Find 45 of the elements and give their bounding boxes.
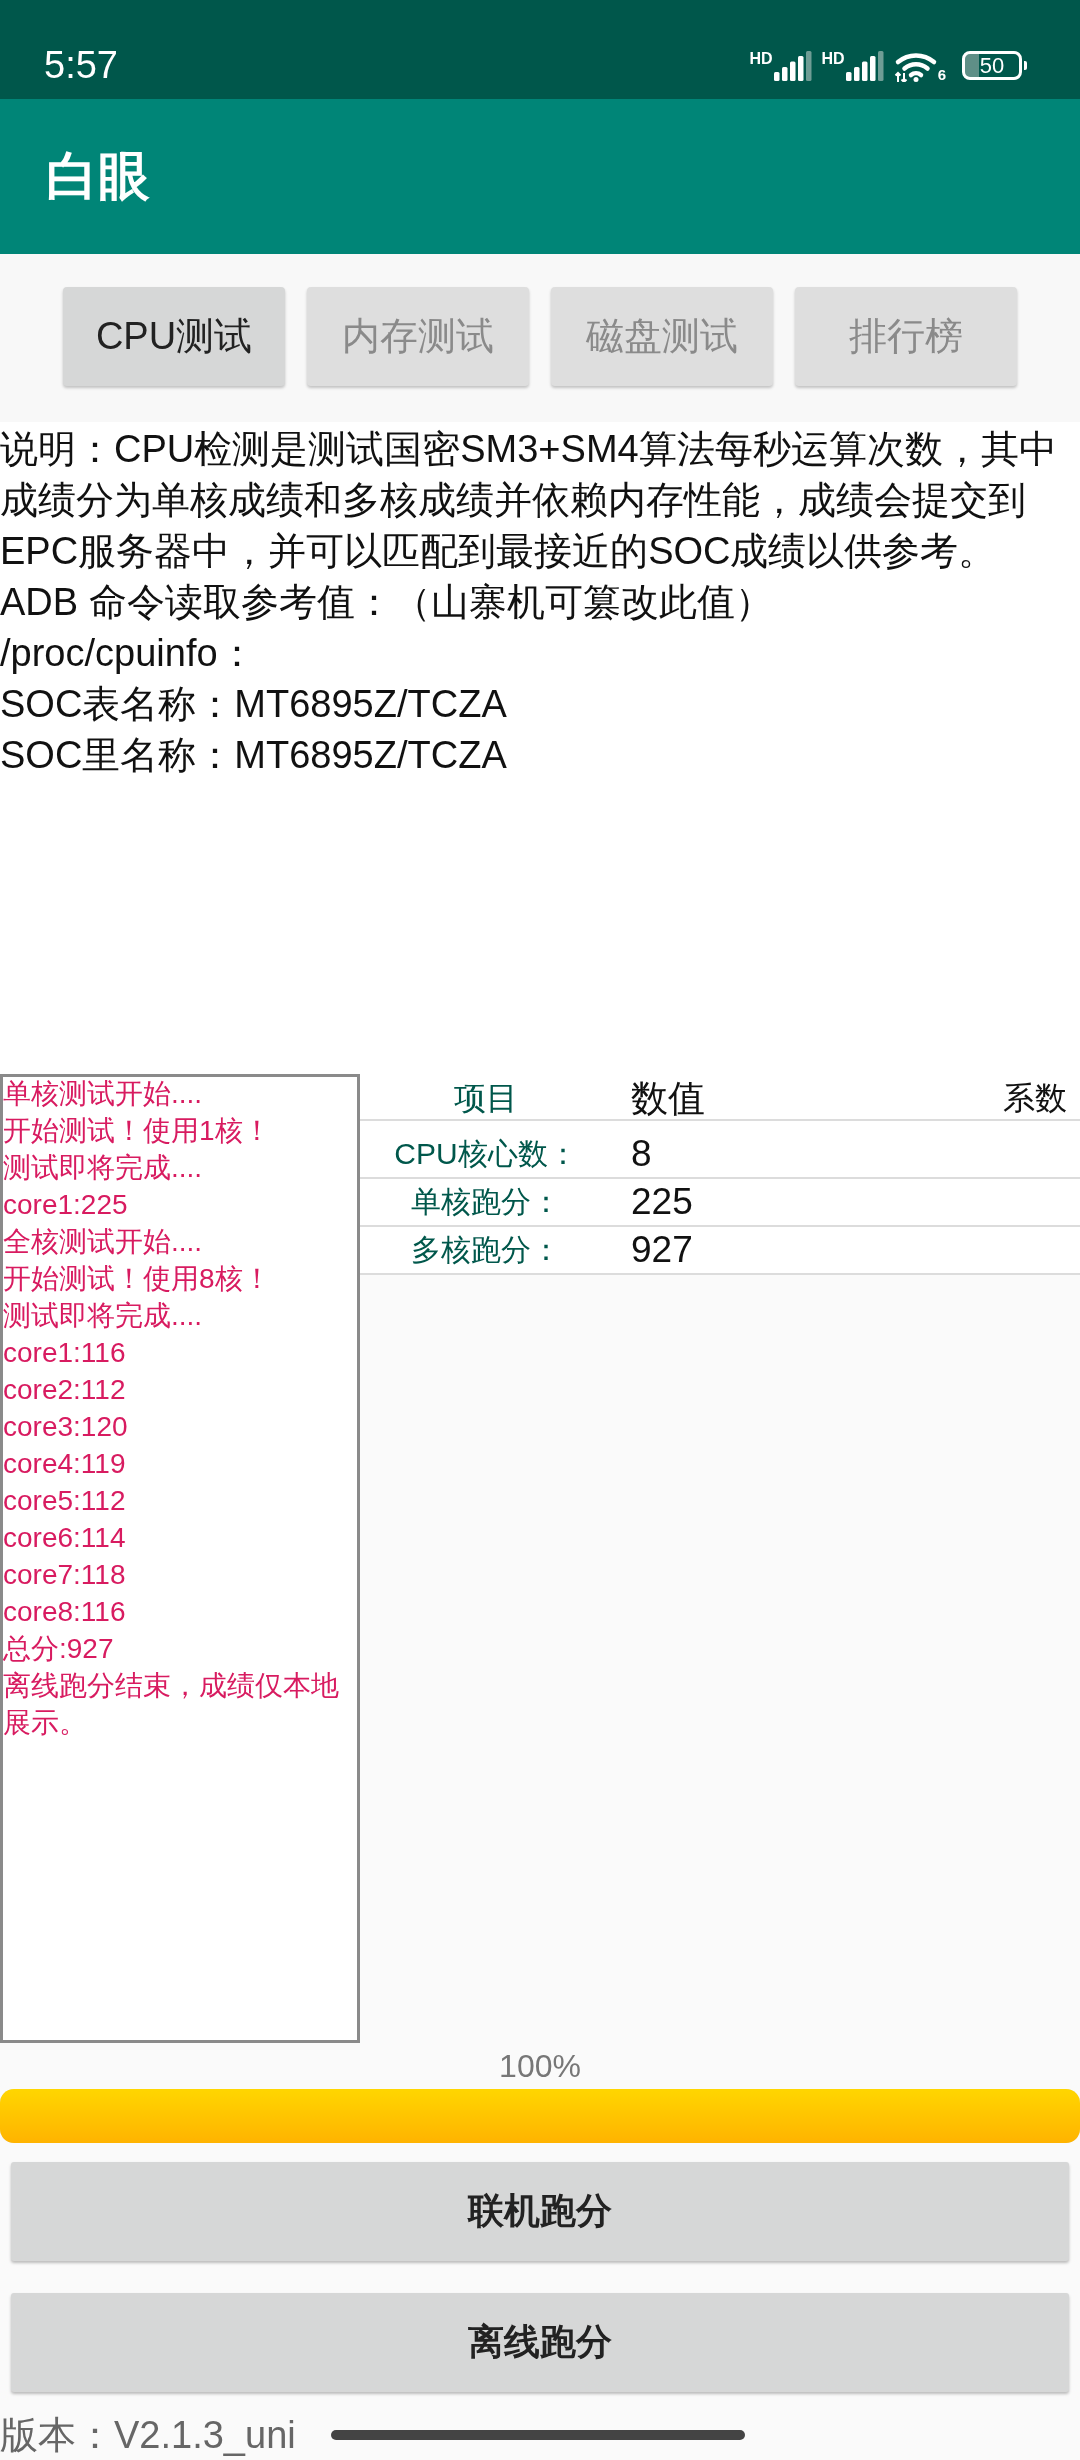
log-line: 开始测试！使用1核！: [3, 1114, 272, 1148]
network-type-label: HD: [821, 50, 845, 67]
log-line: 单核测试开始....: [3, 1077, 204, 1111]
table-cell-text: 8: [630, 1133, 652, 1175]
info-line: SOC表名称：MT6895Z/TCZA: [0, 682, 508, 727]
info-line: /proc/cpuinfo：: [0, 631, 257, 676]
log-line: 测试即将完成....: [3, 1299, 204, 1333]
log-line: 全核测试开始....: [3, 1225, 204, 1259]
log-line: core8:116: [3, 1595, 127, 1629]
column-header: 系数: [1003, 1079, 1068, 1118]
log-line: core1:116: [3, 1336, 127, 1370]
app-title: 白眼: [46, 145, 150, 207]
log-line: core7:118: [3, 1558, 127, 1592]
table-cell-text: 单核跑分：: [410, 1183, 562, 1220]
version-text: 版本：V2.1.3_uni: [0, 2412, 296, 2458]
info-line: ADB 命令读取参考值：（山寨机可篡改此值）: [0, 580, 774, 625]
table-cell-text: 多核跑分：: [410, 1231, 562, 1268]
log-line: core4:119: [3, 1447, 127, 1481]
log-line: 总分:927: [3, 1632, 115, 1666]
home-indicator[interactable]: [330, 2430, 745, 2440]
log-line: 测试即将完成....: [3, 1151, 204, 1185]
column-header: 项目: [453, 1079, 519, 1118]
column-header: 数值: [630, 1077, 705, 1121]
signal-icon: [845, 50, 884, 81]
battery-percentage: 50: [979, 54, 1005, 77]
tab[interactable]: CPU测试: [63, 287, 285, 386]
network-type-label: HD: [749, 50, 773, 67]
table-cell-text: 225: [630, 1181, 693, 1223]
log-line: core3:120: [3, 1410, 129, 1444]
table-cell-text: 927: [630, 1229, 693, 1271]
log-line: 开始测试！使用8核！: [3, 1262, 272, 1296]
description-text: 说明：CPU检测是测试国密SM3+SM4算法每秒运算次数，其中成绩分为单核成绩和多核成绩并依赖内存性能，成绩会提交到EPC服务器中，并可以匹配到最接近的SOC成绩以供参考。: [0, 427, 1058, 574]
table-cell-text: CPU核心数：: [393, 1135, 579, 1172]
log-line: 离线跑分结束，成绩仅本地展示。: [3, 1669, 340, 1740]
status-time: 5:57: [44, 44, 118, 87]
log-line: core6:114: [3, 1521, 127, 1555]
log-line: core1:225: [3, 1188, 129, 1222]
progress-label: 100%: [499, 2047, 581, 2085]
info-line: SOC里名称：MT6895Z/TCZA: [0, 733, 508, 778]
online-benchmark-button[interactable]: 联机跑分: [11, 2162, 1069, 2261]
wifi-standard-label: 6: [937, 66, 946, 82]
signal-icon: [773, 50, 812, 81]
log-line: core5:112: [3, 1484, 127, 1518]
offline-benchmark-button[interactable]: 离线跑分: [11, 2293, 1069, 2392]
log-line: core2:112: [3, 1373, 127, 1407]
